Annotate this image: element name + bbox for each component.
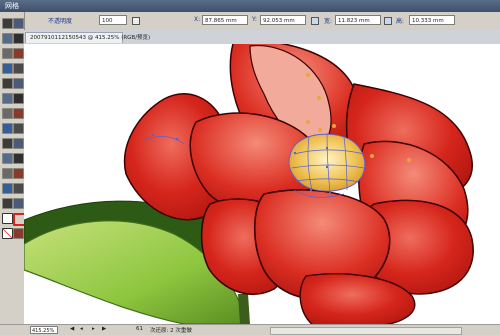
document-tab[interactable]: 2007910112150543 @ 415.25% (RGB/预览) bbox=[25, 32, 150, 43]
scale-tool[interactable] bbox=[13, 93, 24, 104]
status-text: 次还原: 2 次重做 bbox=[150, 328, 192, 334]
page-number: 61 bbox=[136, 326, 143, 332]
height-field[interactable]: 10.333 mm bbox=[409, 15, 455, 25]
next-page-icon[interactable]: ▸ bbox=[92, 326, 95, 332]
status-bar: 415.25% ◀ ◂ ▸ ▶ 61 次还原: 2 次重做 bbox=[0, 324, 500, 335]
symbol-sprayer-tool[interactable] bbox=[2, 123, 13, 134]
warp-tool[interactable] bbox=[2, 108, 13, 119]
eyedropper-tool[interactable] bbox=[2, 153, 13, 164]
artboard-canvas[interactable] bbox=[24, 44, 500, 324]
width-label: 宽: bbox=[324, 18, 333, 25]
width-field[interactable]: 11.823 mm bbox=[335, 15, 381, 25]
y-field[interactable]: 92.053 mm bbox=[260, 15, 306, 25]
flower-illustration bbox=[24, 44, 474, 324]
direct-selection-tool[interactable] bbox=[13, 18, 24, 29]
paintbrush-tool[interactable] bbox=[2, 78, 13, 89]
hand-tool[interactable] bbox=[2, 198, 13, 209]
prev-page-icon[interactable]: ◂ bbox=[80, 326, 83, 332]
graph-tool[interactable] bbox=[13, 123, 24, 134]
rectangle-tool[interactable] bbox=[13, 63, 24, 74]
zoom-tool[interactable] bbox=[13, 198, 24, 209]
pen-tool[interactable] bbox=[2, 48, 13, 59]
line-tool[interactable] bbox=[2, 63, 13, 74]
type-tool[interactable] bbox=[13, 48, 24, 59]
mesh-tool[interactable] bbox=[2, 138, 13, 149]
slice-tool[interactable] bbox=[13, 168, 24, 179]
magic-wand-tool[interactable] bbox=[2, 33, 13, 44]
scissors-tool[interactable] bbox=[13, 183, 24, 194]
x-label: X: bbox=[194, 16, 201, 23]
first-page-icon[interactable]: ◀ bbox=[70, 326, 74, 332]
fill-swatch[interactable] bbox=[2, 213, 13, 224]
zoom-field[interactable]: 415.25% bbox=[30, 326, 58, 334]
window-title: 网格 bbox=[5, 2, 19, 10]
opacity-field[interactable]: 100 bbox=[99, 15, 127, 25]
constrain-icon[interactable] bbox=[384, 17, 392, 25]
stem bbox=[238, 294, 250, 324]
opacity-dropdown-icon[interactable] bbox=[132, 17, 140, 25]
x-field[interactable]: 87.865 mm bbox=[202, 15, 248, 25]
link-icon[interactable] bbox=[311, 17, 319, 25]
pencil-tool[interactable] bbox=[13, 78, 24, 89]
last-page-icon[interactable]: ▶ bbox=[102, 326, 106, 332]
control-bar: 不透明度 100 X: 87.865 mm Y: 92.053 mm 宽: 11… bbox=[24, 12, 500, 31]
opacity-label: 不透明度 bbox=[48, 18, 73, 25]
toolbox bbox=[0, 12, 26, 326]
document-tab-bar: 2007910112150543 @ 415.25% (RGB/预览) bbox=[24, 30, 500, 44]
height-label: 高: bbox=[396, 18, 405, 25]
lasso-tool[interactable] bbox=[13, 33, 24, 44]
selection-tool[interactable] bbox=[2, 18, 13, 29]
none-swatch[interactable] bbox=[2, 228, 13, 239]
free-transform-tool[interactable] bbox=[13, 108, 24, 119]
rotate-tool[interactable] bbox=[2, 93, 13, 104]
screen-mode[interactable] bbox=[13, 228, 24, 239]
y-label: Y: bbox=[252, 16, 257, 23]
eraser-tool[interactable] bbox=[2, 183, 13, 194]
blend-tool[interactable] bbox=[13, 153, 24, 164]
gradient-tool[interactable] bbox=[13, 138, 24, 149]
title-bar: 网格 bbox=[0, 0, 500, 12]
live-paint-tool[interactable] bbox=[2, 168, 13, 179]
